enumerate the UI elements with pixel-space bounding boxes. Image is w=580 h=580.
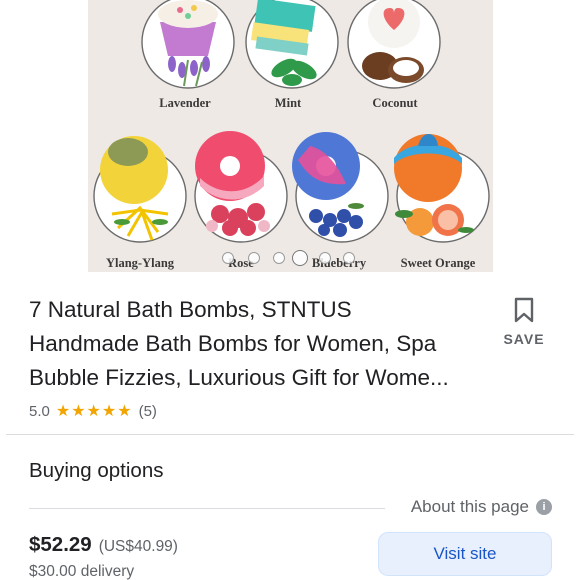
carousel-pagination	[88, 248, 493, 268]
product-rating[interactable]: 5.0 ★★★★★ (5)	[29, 401, 157, 421]
price-row: $52.29 (US$40.99)	[29, 533, 178, 557]
about-divider	[29, 508, 385, 509]
delivery-cost: $30.00 delivery	[29, 563, 135, 580]
review-count: (5)	[138, 402, 157, 420]
blueberry-bath-bomb-image	[292, 132, 389, 243]
save-label: SAVE	[503, 331, 545, 347]
product-title-line: Bubble Fizzies, Luxurious Gift for Wome.…	[29, 365, 449, 390]
price: $52.29	[29, 533, 92, 556]
product-title: 7 Natural Bath Bombs, STNTUS Handmade Ba…	[29, 293, 499, 395]
info-icon: i	[536, 499, 552, 515]
about-this-page-link[interactable]: About this page i	[411, 497, 552, 517]
carousel-dot[interactable]	[319, 252, 331, 264]
ylang-ylang-bath-bomb-image	[93, 136, 187, 243]
product-image-carousel[interactable]: Lavender Mint Coconut Ylang-Ylang Rose B…	[88, 0, 493, 272]
carousel-dot[interactable]	[248, 252, 260, 264]
scent-label-coconut: Coconut	[372, 96, 418, 110]
carousel-dot-active[interactable]	[292, 250, 308, 266]
carousel-dot[interactable]	[343, 252, 355, 264]
product-title-line: 7 Natural Bath Bombs, STNTUS	[29, 297, 352, 322]
about-label: About this page	[410, 497, 529, 516]
scent-label-mint: Mint	[274, 96, 302, 110]
section-divider	[6, 434, 574, 435]
bookmark-icon	[514, 297, 534, 323]
bath-bombs-illustration	[93, 0, 490, 243]
product-title-line: Handmade Bath Bombs for Women, Spa	[29, 331, 437, 356]
star-rating-icon: ★★★★★	[55, 403, 133, 420]
mint-bath-bomb-image	[245, 0, 339, 89]
carousel-dot[interactable]	[273, 252, 285, 264]
sweet-orange-bath-bomb-image	[394, 134, 490, 243]
lavender-bath-bomb-image	[141, 0, 235, 89]
buying-options-heading: Buying options	[29, 459, 164, 482]
carousel-dot[interactable]	[222, 252, 234, 264]
coconut-bath-bomb-image	[347, 0, 441, 89]
save-button[interactable]: SAVE	[500, 297, 548, 347]
visit-site-button[interactable]: Visit site	[378, 532, 552, 576]
scent-label-lavender: Lavender	[159, 96, 211, 110]
rating-value: 5.0	[29, 402, 50, 420]
rose-bath-bomb-image	[194, 131, 288, 243]
price-converted: (US$40.99)	[98, 538, 178, 555]
